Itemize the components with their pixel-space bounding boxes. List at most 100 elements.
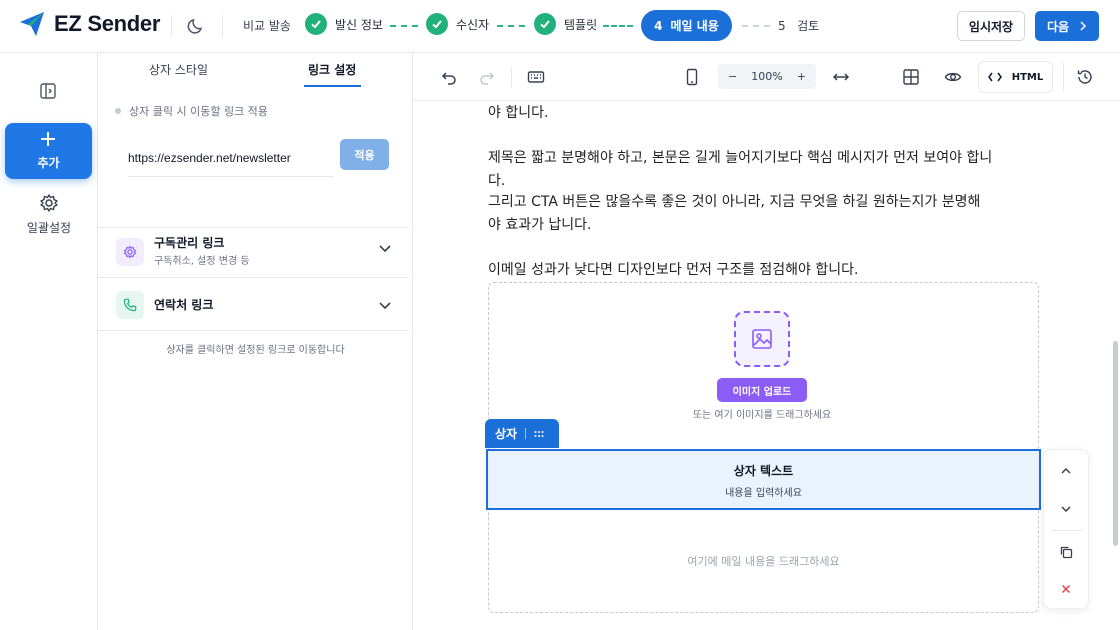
body-text-line[interactable]: 제목은 짧고 분명해야 하고, 본문은 길게 늘어지기보다 핵심 메시지가 먼저… bbox=[488, 147, 1048, 170]
grid-icon[interactable] bbox=[902, 68, 920, 86]
bulk-label: 일괄설정 bbox=[26, 221, 72, 235]
tab-box-style[interactable]: 상자 스타일 bbox=[149, 61, 208, 78]
image-drag-hint: 또는 여기 이미지를 드래그하세요 bbox=[692, 410, 832, 421]
body-text-line[interactable]: 야 효과가 납니다. bbox=[488, 214, 1048, 237]
step-recipients[interactable]: 수신자 bbox=[426, 13, 489, 35]
step-label: 메일 내용 bbox=[670, 19, 719, 33]
box-block-tag[interactable]: 상자 bbox=[485, 419, 559, 448]
history-icon[interactable] bbox=[1076, 68, 1094, 86]
zoom-out-button[interactable]: − bbox=[728, 70, 737, 83]
phone-icon bbox=[116, 291, 144, 319]
drag-handle-icon[interactable] bbox=[534, 430, 544, 438]
body-text-line[interactable]: 그리고 CTA 버튼은 많을수록 좋은 것이 아니라, 지금 무엇을 하길 원하… bbox=[488, 191, 1048, 214]
divider bbox=[1063, 63, 1064, 91]
app-name: EZ Sender bbox=[54, 11, 161, 36]
body-text-line[interactable]: 야 합니다. bbox=[488, 102, 1048, 125]
selected-text-box[interactable]: 상자 텍스트 내용을 입력하세요 bbox=[486, 449, 1041, 510]
editor-area: − 100% + HTML 야 합니다. 제목은 짧고 분명해야 하고, 본문은… bbox=[413, 53, 1120, 630]
panel-tabs: 상자 스타일 링크 설정 bbox=[98, 53, 413, 87]
gear-icon bbox=[40, 194, 58, 212]
link-url-input[interactable] bbox=[128, 139, 334, 177]
zoom-in-button[interactable]: + bbox=[797, 70, 806, 83]
editor-scrollbar[interactable] bbox=[1113, 341, 1118, 546]
fit-width-icon[interactable] bbox=[832, 68, 850, 86]
link-hint: 상자 클릭 시 이동할 링크 적용 bbox=[115, 103, 268, 119]
move-down-icon[interactable] bbox=[1059, 502, 1073, 516]
logo[interactable]: EZ Sender bbox=[18, 10, 160, 38]
divider bbox=[171, 15, 172, 37]
compare-send-button[interactable]: 비교 발송 bbox=[243, 17, 291, 34]
add-label: 추가 bbox=[37, 156, 60, 170]
zoom-control: − 100% + bbox=[718, 64, 816, 89]
bullet-icon bbox=[115, 108, 121, 114]
chevron-down-icon[interactable] bbox=[378, 241, 392, 255]
panel-footer-note: 상자를 클릭하면 설정된 링크로 이동합니다 bbox=[166, 345, 345, 356]
step-template[interactable]: 템플릿 bbox=[534, 13, 597, 35]
add-button[interactable]: 추가 bbox=[5, 123, 92, 179]
step-connector bbox=[742, 25, 770, 27]
chevron-down-icon[interactable] bbox=[378, 298, 392, 312]
check-icon bbox=[426, 13, 448, 35]
step-review[interactable]: 5 검토 bbox=[778, 17, 819, 34]
next-button[interactable]: 다음 bbox=[1035, 11, 1099, 41]
step-label: 템플릿 bbox=[564, 17, 598, 32]
block-action-bar bbox=[1043, 449, 1089, 609]
step-sender-info[interactable]: 발신 정보 bbox=[305, 13, 383, 35]
moon-icon[interactable] bbox=[186, 16, 206, 36]
drop-message: 여기에 메일 내용을 드래그하세요 bbox=[687, 555, 840, 568]
chevron-right-icon bbox=[1080, 21, 1087, 31]
contact-link-section[interactable]: 연락처 링크 bbox=[98, 277, 409, 331]
box-tag-label: 상자 bbox=[495, 427, 518, 441]
step-number: 4 bbox=[654, 18, 663, 33]
paper-plane-icon bbox=[20, 12, 44, 36]
step-label: 검토 bbox=[797, 19, 820, 33]
divider bbox=[525, 428, 527, 439]
image-upload-button[interactable]: 이미지 업로드 bbox=[717, 378, 807, 402]
box-title[interactable]: 상자 텍스트 bbox=[488, 462, 1039, 479]
undo-icon[interactable] bbox=[440, 68, 458, 86]
check-icon bbox=[305, 13, 327, 35]
divider bbox=[98, 330, 409, 331]
image-icon bbox=[752, 329, 772, 349]
box-placeholder[interactable]: 내용을 입력하세요 bbox=[488, 484, 1039, 499]
active-tab-indicator bbox=[304, 85, 361, 87]
sidebar-toggle-icon[interactable] bbox=[39, 82, 57, 100]
step-label: 발신 정보 bbox=[335, 17, 383, 32]
next-label: 다음 bbox=[1046, 19, 1070, 34]
plus-icon bbox=[41, 132, 55, 146]
body-text-line[interactable]: 이메일 성과가 낮다면 디자인보다 먼저 구조를 점검해야 합니다. bbox=[488, 259, 1048, 282]
gear-icon bbox=[116, 238, 144, 266]
divider bbox=[1052, 530, 1082, 531]
save-draft-button[interactable]: 임시저장 bbox=[957, 11, 1025, 41]
step-label: 수신자 bbox=[456, 17, 490, 32]
top-bar: EZ Sender 비교 발송 발신 정보 수신자 템플릿 4 메일 내용 5 … bbox=[0, 0, 1120, 53]
settings-panel: 상자 스타일 링크 설정 상자 클릭 시 이동할 링크 적용 적용 구독관리 링… bbox=[98, 53, 413, 630]
code-icon bbox=[987, 72, 1002, 82]
move-up-icon[interactable] bbox=[1059, 464, 1073, 478]
duplicate-icon[interactable] bbox=[1059, 545, 1073, 559]
body-text-line[interactable]: 다. bbox=[488, 170, 1048, 193]
step-connector bbox=[603, 25, 633, 27]
step-connector bbox=[497, 25, 525, 27]
eye-icon[interactable] bbox=[944, 68, 962, 86]
html-view-button[interactable]: HTML bbox=[978, 61, 1053, 93]
apply-link-button[interactable]: 적용 bbox=[340, 139, 389, 170]
hint-text: 상자 클릭 시 이동할 링크 적용 bbox=[129, 105, 268, 118]
keyboard-icon[interactable] bbox=[527, 68, 545, 86]
section-title: 구독관리 링크 bbox=[154, 236, 225, 250]
redo-icon[interactable] bbox=[478, 68, 496, 86]
zoom-level: 100% bbox=[751, 70, 783, 83]
section-title: 연락처 링크 bbox=[154, 298, 214, 312]
step-connector bbox=[390, 25, 418, 27]
step-mail-content[interactable]: 4 메일 내용 bbox=[641, 10, 732, 41]
delete-icon[interactable] bbox=[1059, 582, 1073, 596]
section-subtitle: 구독취소, 설정 변경 등 bbox=[154, 256, 250, 267]
left-rail: 추가 일괄설정 bbox=[0, 53, 98, 630]
editor-toolbar: − 100% + HTML bbox=[413, 53, 1120, 101]
image-placeholder[interactable] bbox=[734, 311, 790, 367]
mobile-preview-icon[interactable] bbox=[683, 68, 701, 86]
subscription-link-section[interactable]: 구독관리 링크 구독취소, 설정 변경 등 bbox=[98, 227, 409, 277]
check-icon bbox=[534, 13, 556, 35]
tab-link-settings[interactable]: 링크 설정 bbox=[308, 61, 356, 78]
bulk-settings-button[interactable]: 일괄설정 bbox=[0, 193, 98, 236]
